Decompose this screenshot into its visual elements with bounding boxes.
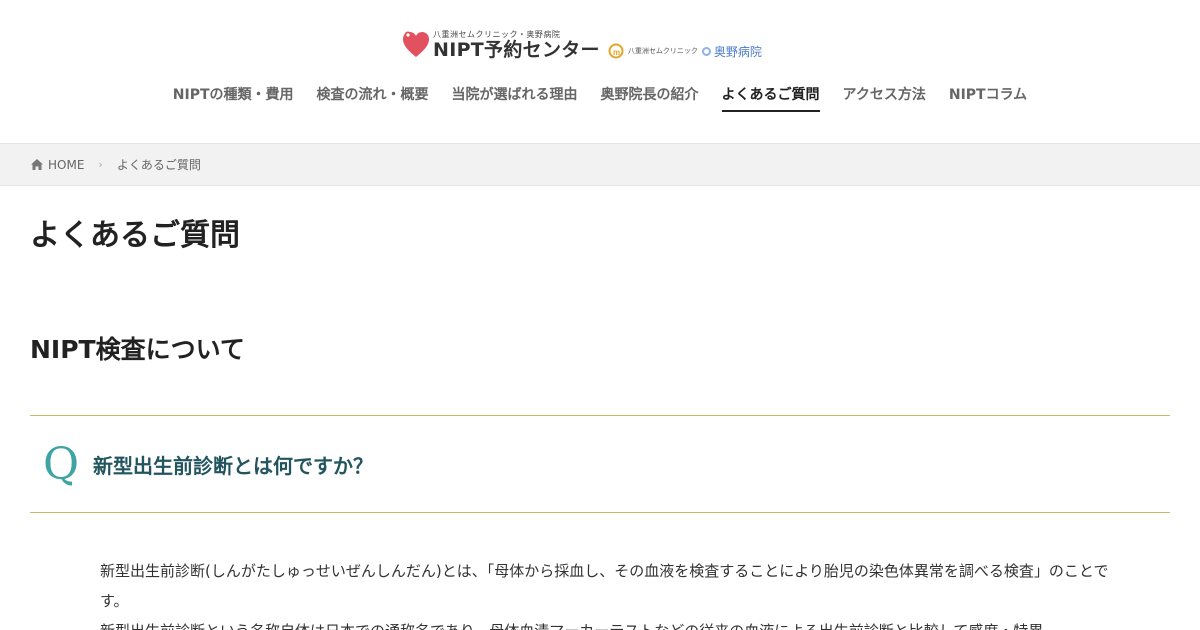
nav-item-nipt-types[interactable]: NIPTの種類・費用 (173, 80, 294, 112)
breadcrumb: HOME › よくあるご質問 (0, 143, 1200, 186)
logo-title: NIPT予約センター (433, 38, 600, 61)
svg-text:m: m (613, 48, 620, 57)
nav-item-test-flow[interactable]: 検査の流れ・概要 (317, 80, 429, 112)
site-logo[interactable]: 八重洲セムクリニック・奥野病院 NIPT予約センター m 八重洲セムクリニック … (402, 28, 762, 62)
partner-logos: m 八重洲セムクリニック 奥野病院 (608, 43, 762, 60)
nav-item-reasons[interactable]: 当院が選ばれる理由 (452, 80, 578, 112)
okuno-hospital-icon (701, 46, 711, 56)
answer-paragraph: 新型出生前診断(しんがたしゅっせいぜんしんだん)とは、「母体から採血し、その血液… (100, 562, 1109, 610)
nav-item-access[interactable]: アクセス方法 (843, 80, 926, 112)
home-icon (31, 159, 43, 170)
faq-answer: 新型出生前診断(しんがたしゅっせいぜんしんだん)とは、「母体から採血し、その血液… (100, 556, 1110, 630)
nav-item-director[interactable]: 奥野院長の紹介 (601, 80, 699, 112)
nav-item-column[interactable]: NIPTコラム (949, 80, 1027, 112)
faq-question[interactable]: Q 新型出生前診断とは何ですか？ (30, 415, 1170, 513)
global-nav: NIPTの種類・費用 検査の流れ・概要 当院が選ばれる理由 奥野院長の紹介 よく… (0, 80, 1200, 112)
partner-sem-logo: m 八重洲セムクリニック (608, 43, 698, 59)
breadcrumb-home-link[interactable]: HOME (48, 158, 84, 172)
site-header: 八重洲セムクリニック・奥野病院 NIPT予約センター m 八重洲セムクリニック … (0, 0, 1200, 143)
section-title: NIPT検査について (30, 335, 245, 364)
question-text: 新型出生前診断とは何ですか？ (93, 453, 373, 478)
heart-icon (403, 31, 429, 57)
sem-clinic-icon: m (608, 43, 624, 59)
chevron-right-icon: › (98, 158, 103, 171)
partner-okuno-label: 奥野病院 (713, 44, 762, 59)
question-mark-label: Q (43, 438, 80, 490)
breadcrumb-current: よくあるご質問 (116, 158, 201, 172)
page-title: よくあるご質問 (30, 218, 240, 253)
partner-okuno-logo: 奥野病院 (701, 43, 762, 60)
partner-sem-label: 八重洲セムクリニック (627, 47, 698, 55)
nav-item-faq[interactable]: よくあるご質問 (721, 80, 820, 112)
answer-paragraph: 新型出生前診断という名称自体は日本での通称名であり、母体血清マーカーテストなどの… (100, 616, 1110, 630)
logo-subtitle: 八重洲セムクリニック・奥野病院 (433, 29, 561, 39)
